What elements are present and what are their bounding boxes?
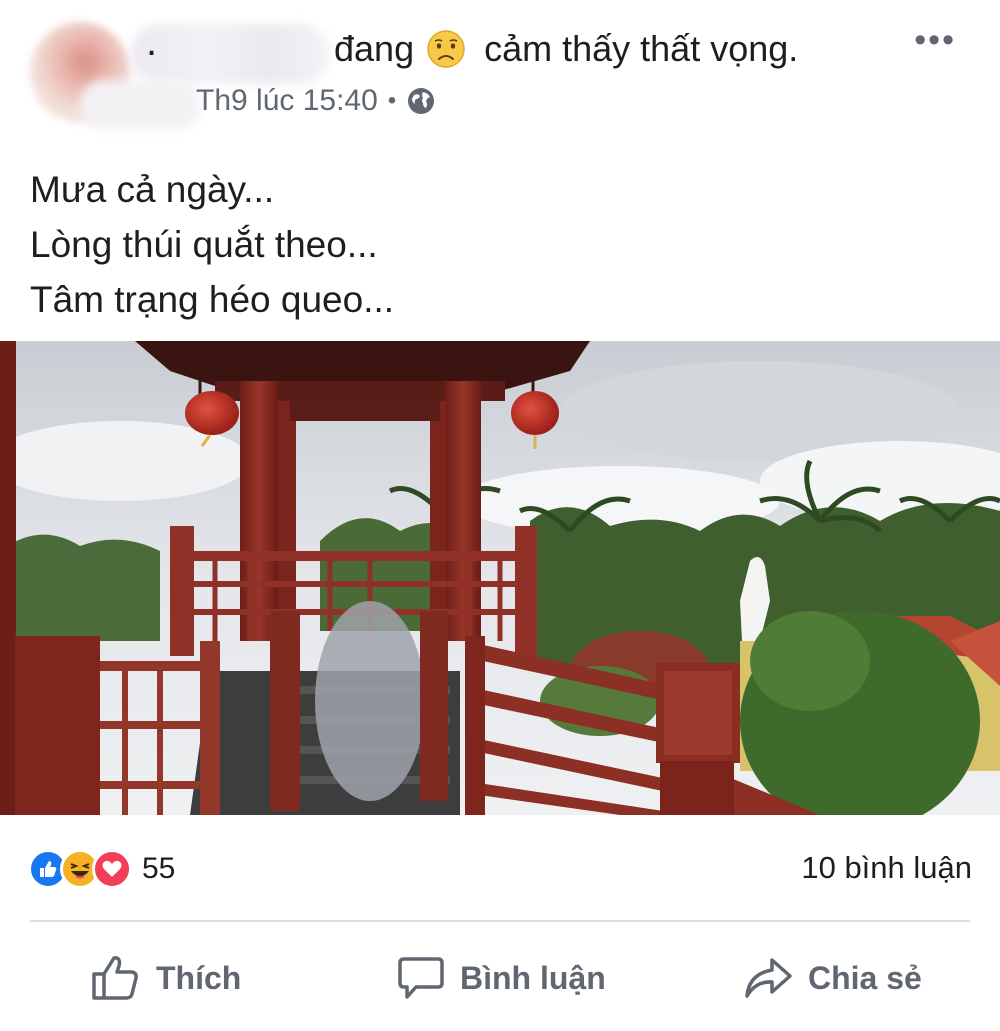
reaction-count: 55 xyxy=(142,852,176,885)
post-text-line: Tâm trạng héo queo... xyxy=(30,279,395,320)
status-prefix: đang xyxy=(334,28,415,69)
meta-separator: • xyxy=(387,87,397,114)
author-name-visible-char: . xyxy=(146,20,158,64)
comment-bubble-icon xyxy=(398,957,444,999)
post-text-line: Lòng thúi quắt theo... xyxy=(30,224,378,265)
post-header: . đang cảm thấy thất vọng. ••• Th9 lúc 1… xyxy=(0,0,1000,140)
action-bar: Thích Bình luận Chia sẻ xyxy=(0,940,1000,1020)
reactions-summary[interactable]: 55 xyxy=(28,846,175,892)
thumbs-up-icon xyxy=(92,956,138,1000)
more-options-icon[interactable]: ••• xyxy=(914,23,956,57)
comment-label: Bình luận xyxy=(460,959,606,996)
share-label: Chia sẻ xyxy=(808,959,922,996)
comment-button[interactable]: Bình luận xyxy=(396,948,606,1008)
like-button[interactable]: Thích xyxy=(90,948,241,1008)
share-button[interactable]: Chia sẻ xyxy=(742,948,922,1008)
timestamp-blur xyxy=(80,80,200,130)
share-arrow-icon xyxy=(745,958,792,998)
divider xyxy=(30,920,970,922)
post-photo[interactable] xyxy=(0,341,1000,815)
post-text-line: Mưa cả ngày... xyxy=(30,169,275,210)
comments-count[interactable]: 10 bình luận xyxy=(801,850,972,886)
sad-face-emoji-icon xyxy=(426,29,466,69)
love-reaction-icon xyxy=(92,849,132,889)
post-meta: Th9 lúc 15:40 • xyxy=(196,84,436,118)
like-label: Thích xyxy=(156,959,242,996)
globe-icon[interactable] xyxy=(406,86,436,116)
feeling-status: đang cảm thấy thất vọng. xyxy=(334,28,798,70)
post-body-text: Mưa cả ngày... Lòng thúi quắt theo... Tâ… xyxy=(30,162,394,327)
status-suffix: cảm thấy thất vọng. xyxy=(484,28,799,69)
post-timestamp[interactable]: Th9 lúc 15:40 xyxy=(196,84,378,118)
author-name-blurred[interactable] xyxy=(130,24,330,84)
